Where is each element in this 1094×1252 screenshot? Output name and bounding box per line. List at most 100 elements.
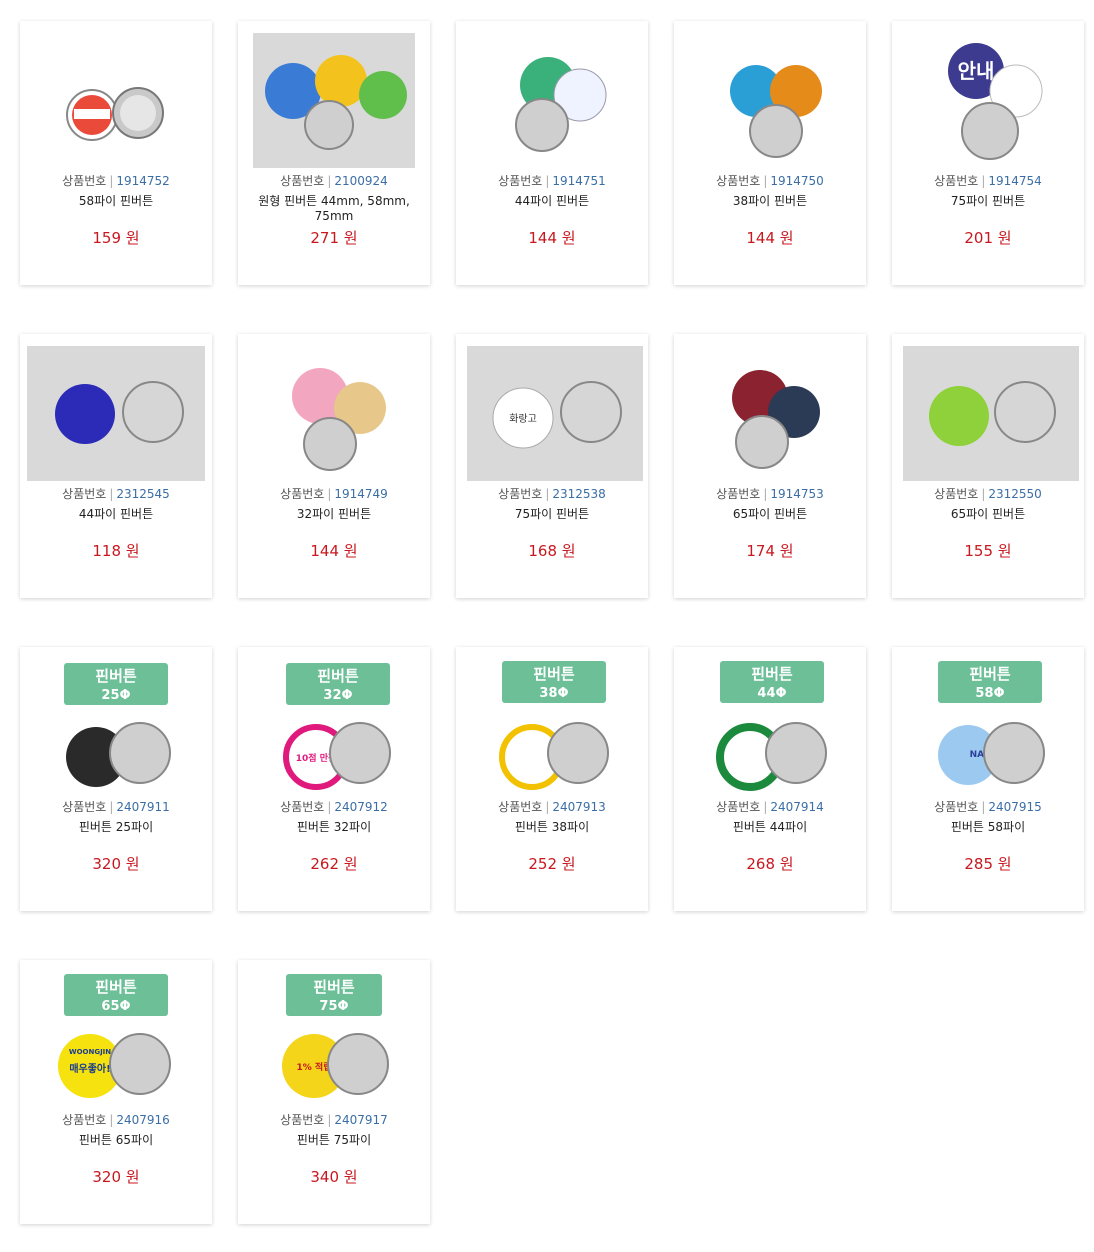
- badge-title: 핀버튼: [751, 665, 793, 683]
- product-card[interactable]: 상품번호 | 1914749 32파이 핀버튼 144 원: [238, 334, 430, 598]
- product-name[interactable]: 65파이 핀버튼: [674, 505, 866, 522]
- product-image[interactable]: 화랑고: [456, 346, 648, 481]
- product-image[interactable]: 핀버튼 58Φ NARI: [892, 659, 1084, 794]
- product-card[interactable]: 상품번호 | 1914750 38파이 핀버튼 144 원: [674, 21, 866, 285]
- product-card[interactable]: 핀버튼 44Φ 상품번호 | 2407914 핀버튼 44파이 268 원: [674, 647, 866, 911]
- product-card[interactable]: 상품번호 | 1914751 44파이 핀버튼 144 원: [456, 21, 648, 285]
- product-name[interactable]: 원형 핀버튼 44mm, 58mm, 75mm: [238, 192, 430, 223]
- product-card[interactable]: 핀버튼 32Φ 10점 만점 상품번호 | 2407912 핀버튼 32파이 262…: [238, 647, 430, 911]
- badge-size: 44Φ: [757, 686, 786, 701]
- product-price: 201 원: [964, 229, 1012, 247]
- product-name[interactable]: 38파이 핀버튼: [674, 192, 866, 209]
- product-name[interactable]: 44파이 핀버튼: [20, 505, 212, 522]
- badge-title: 핀버튼: [95, 978, 137, 996]
- product-card[interactable]: 핀버튼 75Φ 1% 적립 상품번호 | 2407917 핀버튼 75파이 340 …: [238, 960, 430, 1224]
- product-card[interactable]: 상품번호 | 2312545 44파이 핀버튼 118 원: [20, 334, 212, 598]
- product-number: 상품번호 | 2312550: [934, 487, 1042, 501]
- badge-size: 58Φ: [975, 686, 1004, 701]
- product-card[interactable]: 상품번호 | 2312550 65파이 핀버튼 155 원: [892, 334, 1084, 598]
- product-image[interactable]: 핀버튼 25Φ: [20, 659, 212, 794]
- product-card[interactable]: 핀버튼 25Φ 상품번호 | 2407911 핀버튼 25파이 320 원: [20, 647, 212, 911]
- badge-size: 38Φ: [539, 686, 568, 701]
- button-text: 화랑고: [509, 413, 537, 425]
- product-card[interactable]: 상품번호 | 2100924 원형 핀버튼 44mm, 58mm, 75mm 271…: [238, 21, 430, 285]
- button-text: 안내: [958, 59, 995, 83]
- product-image[interactable]: 핀버튼 65Φ WOONGJIN 매우좋아!: [20, 972, 212, 1107]
- product-price: 144 원: [310, 542, 358, 560]
- product-price: 268 원: [746, 855, 794, 873]
- button-text: 1% 적립: [297, 1061, 332, 1073]
- product-image[interactable]: [674, 33, 866, 168]
- product-image[interactable]: [674, 346, 866, 481]
- product-image[interactable]: [20, 33, 212, 168]
- product-card[interactable]: 핀버튼 58Φ NARI 상품번호 | 2407915 핀버튼 58파이 285 원: [892, 647, 1084, 911]
- product-number: 상품번호 | 1914752: [62, 174, 170, 188]
- product-image[interactable]: 핀버튼 38Φ: [456, 659, 648, 794]
- product-number: 상품번호 | 1914753: [716, 487, 824, 501]
- product-image[interactable]: 안내: [892, 33, 1084, 168]
- product-number: 상품번호 | 2100924: [280, 174, 388, 188]
- product-image[interactable]: [892, 346, 1084, 481]
- product-number: 상품번호 | 1914754: [934, 174, 1042, 188]
- product-name[interactable]: 핀버튼 65파이: [20, 1131, 212, 1148]
- product-name[interactable]: 핀버튼 32파이: [238, 818, 430, 835]
- product-image[interactable]: 핀버튼 75Φ 1% 적립: [238, 972, 430, 1107]
- product-name[interactable]: 핀버튼 75파이: [238, 1131, 430, 1148]
- product-number: 상품번호 | 1914750: [716, 174, 824, 188]
- product-name[interactable]: 32파이 핀버튼: [238, 505, 430, 522]
- badge-size: 65Φ: [101, 999, 130, 1014]
- product-number: 상품번호 | 2407914: [716, 800, 824, 814]
- product-number: 상품번호 | 2312545: [62, 487, 170, 501]
- product-card[interactable]: 상품번호 | 1914752 58파이 핀버튼 159 원: [20, 21, 212, 285]
- product-name[interactable]: 핀버튼 38파이: [456, 818, 648, 835]
- product-price: 320 원: [92, 855, 140, 873]
- product-price: 155 원: [964, 542, 1012, 560]
- product-price: 144 원: [528, 229, 576, 247]
- product-number: 상품번호 | 2407913: [498, 800, 606, 814]
- badge-title: 핀버튼: [533, 665, 575, 683]
- badge-size: 32Φ: [323, 688, 352, 703]
- product-image[interactable]: [456, 33, 648, 168]
- badge-size: 25Φ: [101, 688, 130, 703]
- product-image[interactable]: [20, 346, 212, 481]
- badge-title: 핀버튼: [317, 667, 359, 685]
- product-card[interactable]: 핀버튼 65Φ WOONGJIN 매우좋아! 상품번호 | 2407916 핀버튼 …: [20, 960, 212, 1224]
- product-price: 118 원: [92, 542, 140, 560]
- product-image[interactable]: 핀버튼 44Φ: [674, 659, 866, 794]
- product-name[interactable]: 44파이 핀버튼: [456, 192, 648, 209]
- product-number: 상품번호 | 2407915: [934, 800, 1042, 814]
- product-name[interactable]: 75파이 핀버튼: [892, 192, 1084, 209]
- product-card[interactable]: 핀버튼 38Φ 상품번호 | 2407913 핀버튼 38파이 252 원: [456, 647, 648, 911]
- product-card[interactable]: 상품번호 | 1914753 65파이 핀버튼 174 원: [674, 334, 866, 598]
- product-price: 174 원: [746, 542, 794, 560]
- product-number: 상품번호 | 2312538: [498, 487, 606, 501]
- product-image[interactable]: 핀버튼 32Φ 10점 만점: [238, 659, 430, 794]
- product-name[interactable]: 핀버튼 25파이: [20, 818, 212, 835]
- button-text: 매우좋아!: [69, 1062, 110, 1075]
- product-price: 168 원: [528, 542, 576, 560]
- product-name[interactable]: 65파이 핀버튼: [892, 505, 1084, 522]
- badge-title: 핀버튼: [969, 665, 1011, 683]
- product-number: 상품번호 | 1914751: [498, 174, 606, 188]
- badge-size: 75Φ: [319, 999, 348, 1014]
- product-name[interactable]: 58파이 핀버튼: [20, 192, 212, 209]
- product-card[interactable]: 안내 상품번호 | 1914754 75파이 핀버튼 201 원: [892, 21, 1084, 285]
- product-name[interactable]: 핀버튼 44파이: [674, 818, 866, 835]
- product-number: 상품번호 | 2407916: [62, 1113, 170, 1127]
- product-price: 144 원: [746, 229, 794, 247]
- product-card[interactable]: 화랑고 상품번호 | 2312538 75파이 핀버튼 168 원: [456, 334, 648, 598]
- product-price: 262 원: [310, 855, 358, 873]
- product-name[interactable]: 75파이 핀버튼: [456, 505, 648, 522]
- product-name[interactable]: 핀버튼 58파이: [892, 818, 1084, 835]
- product-price: 271 원: [310, 229, 358, 247]
- product-image[interactable]: [238, 33, 430, 168]
- product-number: 상품번호 | 2407912: [280, 800, 388, 814]
- product-grid: 상품번호 | 1914752 58파이 핀버튼 159 원 상품번호 | 2100924…: [0, 0, 1094, 1252]
- badge-title: 핀버튼: [95, 667, 137, 685]
- product-image[interactable]: [238, 346, 430, 481]
- product-price: 340 원: [310, 1168, 358, 1186]
- product-price: 285 원: [964, 855, 1012, 873]
- product-price: 320 원: [92, 1168, 140, 1186]
- product-price: 252 원: [528, 855, 576, 873]
- product-number: 상품번호 | 1914749: [280, 487, 388, 501]
